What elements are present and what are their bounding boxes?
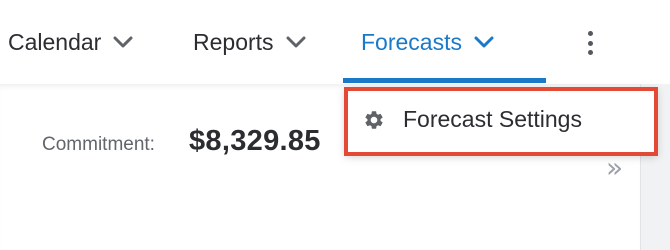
nav-forecasts[interactable]: Forecasts (361, 0, 494, 84)
more-vertical-icon[interactable] (580, 28, 600, 58)
nav-forecasts-label: Forecasts (361, 28, 462, 55)
chevron-down-icon (474, 36, 494, 48)
menu-item-forecast-settings[interactable]: Forecast Settings (345, 88, 657, 155)
nav-reports-label: Reports (193, 28, 274, 55)
nav-reports[interactable]: Reports (193, 0, 306, 84)
top-navigation: Calendar Reports Forecasts (0, 0, 670, 84)
forecasts-dropdown-menu: Forecast Settings (345, 88, 657, 155)
active-tab-indicator (343, 78, 546, 83)
gear-icon (365, 111, 383, 129)
chevron-down-icon (113, 36, 133, 48)
more-dot (587, 50, 593, 55)
app-screen: Calendar Reports Forecasts Commitment: $… (0, 0, 670, 250)
nav-calendar-label: Calendar (8, 28, 102, 55)
commitment-label: Commitment: (42, 134, 155, 155)
more-dot (587, 31, 593, 36)
commitment-value: $8,329.85 (189, 125, 321, 157)
double-chevron-right-icon[interactable]: » (606, 154, 623, 182)
more-dot (587, 40, 593, 46)
menu-item-label: Forecast Settings (403, 106, 582, 132)
nav-calendar[interactable]: Calendar (8, 0, 133, 84)
chevron-down-icon (286, 36, 306, 48)
